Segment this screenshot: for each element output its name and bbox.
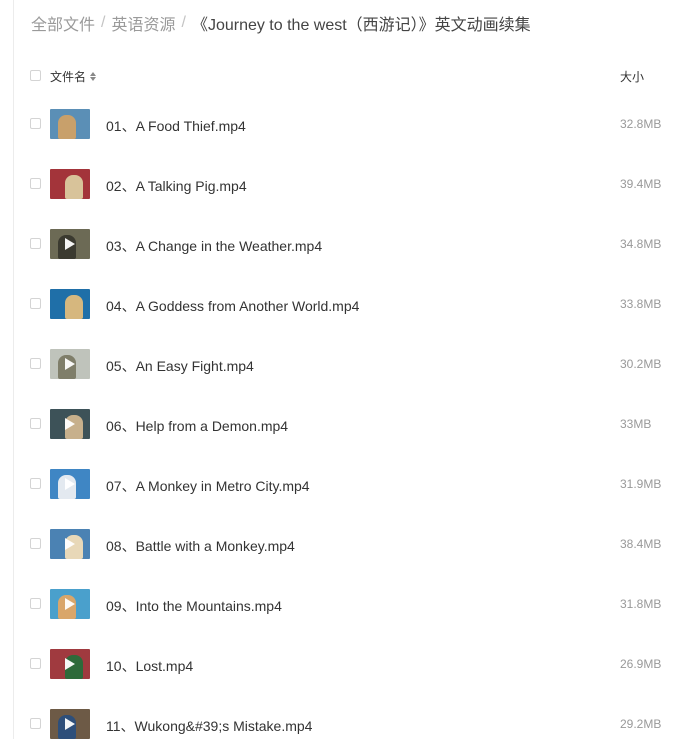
file-name[interactable]: 03、A Change in the Weather.mp4 xyxy=(106,236,322,256)
file-name[interactable]: 05、An Easy Fight.mp4 xyxy=(106,356,254,376)
video-thumbnail[interactable] xyxy=(50,709,90,739)
file-name[interactable]: 11、Wukong&#39;s Mistake.mp4 xyxy=(106,716,312,736)
file-checkbox[interactable] xyxy=(30,118,41,129)
file-row[interactable]: 09、Into the Mountains.mp4 31.8MB xyxy=(30,574,670,634)
file-checkbox[interactable] xyxy=(30,538,41,549)
file-name[interactable]: 01、A Food Thief.mp4 xyxy=(106,116,246,136)
breadcrumb-english-resources[interactable]: 英语资源 xyxy=(111,11,175,35)
file-size: 38.4MB xyxy=(620,537,662,551)
file-list: 01、A Food Thief.mp4 32.8MB 02、A Talking Pi… xyxy=(30,94,670,739)
file-size: 32.8MB xyxy=(620,117,662,131)
file-size: 26.9MB xyxy=(620,657,662,671)
breadcrumb-current-folder: 《Journey to the west（西游记）》英文动画续集 xyxy=(191,17,531,34)
file-size: 29.2MB xyxy=(620,717,662,731)
play-icon xyxy=(65,598,75,610)
file-size: 30.2MB xyxy=(620,357,662,371)
file-row[interactable]: 04、A Goddess from Another World.mp4 33.8M… xyxy=(30,274,670,334)
file-checkbox[interactable] xyxy=(30,418,41,429)
file-row[interactable]: 08、Battle with a Monkey.mp4 38.4MB xyxy=(30,514,670,574)
file-size: 34.8MB xyxy=(620,237,662,251)
video-thumbnail[interactable] xyxy=(50,349,90,379)
file-size: 31.8MB xyxy=(620,597,662,611)
play-icon xyxy=(65,658,75,670)
breadcrumb-separator: / xyxy=(181,14,186,31)
file-name[interactable]: 06、Help from a Demon.mp4 xyxy=(106,416,288,436)
file-name[interactable]: 02、A Talking Pig.mp4 xyxy=(106,176,247,196)
video-thumbnail[interactable] xyxy=(50,589,90,619)
play-icon xyxy=(65,478,75,490)
file-row[interactable]: 02、A Talking Pig.mp4 39.4MB xyxy=(30,154,670,214)
file-checkbox[interactable] xyxy=(30,238,41,249)
video-thumbnail[interactable] xyxy=(50,289,90,319)
file-size: 39.4MB xyxy=(620,177,662,191)
file-checkbox[interactable] xyxy=(30,718,41,729)
video-thumbnail[interactable] xyxy=(50,469,90,499)
video-thumbnail[interactable] xyxy=(50,649,90,679)
file-row[interactable]: 03、A Change in the Weather.mp4 34.8MB xyxy=(30,214,670,274)
file-name[interactable]: 07、A Monkey in Metro City.mp4 xyxy=(106,476,310,496)
breadcrumb-all-files[interactable]: 全部文件 xyxy=(31,11,95,35)
file-row[interactable]: 05、An Easy Fight.mp4 30.2MB xyxy=(30,334,670,394)
file-row[interactable]: 10、Lost.mp4 26.9MB xyxy=(30,634,670,694)
sidebar-divider xyxy=(13,0,14,739)
video-thumbnail[interactable] xyxy=(50,229,90,259)
video-thumbnail[interactable] xyxy=(50,169,90,199)
play-icon xyxy=(65,418,75,430)
file-row[interactable]: 06、Help from a Demon.mp4 33MB xyxy=(30,394,670,454)
file-size: 33.8MB xyxy=(620,297,662,311)
breadcrumb: 全部文件 / 英语资源 / 《Journey to the west（西游记）》… xyxy=(31,11,531,35)
play-icon xyxy=(65,238,75,250)
video-thumbnail[interactable] xyxy=(50,409,90,439)
file-name[interactable]: 10、Lost.mp4 xyxy=(106,656,193,676)
file-checkbox[interactable] xyxy=(30,658,41,669)
file-size: 33MB xyxy=(620,417,652,431)
file-row[interactable]: 07、A Monkey in Metro City.mp4 31.9MB xyxy=(30,454,670,514)
file-checkbox[interactable] xyxy=(30,358,41,369)
file-checkbox[interactable] xyxy=(30,598,41,609)
select-all-checkbox[interactable] xyxy=(30,70,41,81)
column-header-name: 文件名 xyxy=(50,70,87,84)
video-thumbnail[interactable] xyxy=(50,109,90,139)
sort-by-name-button[interactable]: 文件名 xyxy=(50,68,97,85)
file-name[interactable]: 04、A Goddess from Another World.mp4 xyxy=(106,296,359,316)
file-checkbox[interactable] xyxy=(30,478,41,489)
file-checkbox[interactable] xyxy=(30,178,41,189)
video-thumbnail[interactable] xyxy=(50,529,90,559)
play-icon xyxy=(65,718,75,730)
breadcrumb-separator: / xyxy=(101,14,106,31)
file-size: 31.9MB xyxy=(620,477,662,491)
sort-icon xyxy=(90,72,97,81)
file-browser: 全部文件 / 英语资源 / 《Journey to the west（西游记）》… xyxy=(0,0,690,739)
file-checkbox[interactable] xyxy=(30,298,41,309)
column-header-size[interactable]: 大小 xyxy=(620,68,644,85)
file-list-header: 文件名 大小 xyxy=(30,66,670,86)
play-icon xyxy=(65,538,75,550)
file-name[interactable]: 08、Battle with a Monkey.mp4 xyxy=(106,536,295,556)
file-row[interactable]: 01、A Food Thief.mp4 32.8MB xyxy=(30,94,670,154)
file-row[interactable]: 11、Wukong&#39;s Mistake.mp4 29.2MB xyxy=(30,694,670,739)
play-icon xyxy=(65,358,75,370)
file-name[interactable]: 09、Into the Mountains.mp4 xyxy=(106,596,282,616)
